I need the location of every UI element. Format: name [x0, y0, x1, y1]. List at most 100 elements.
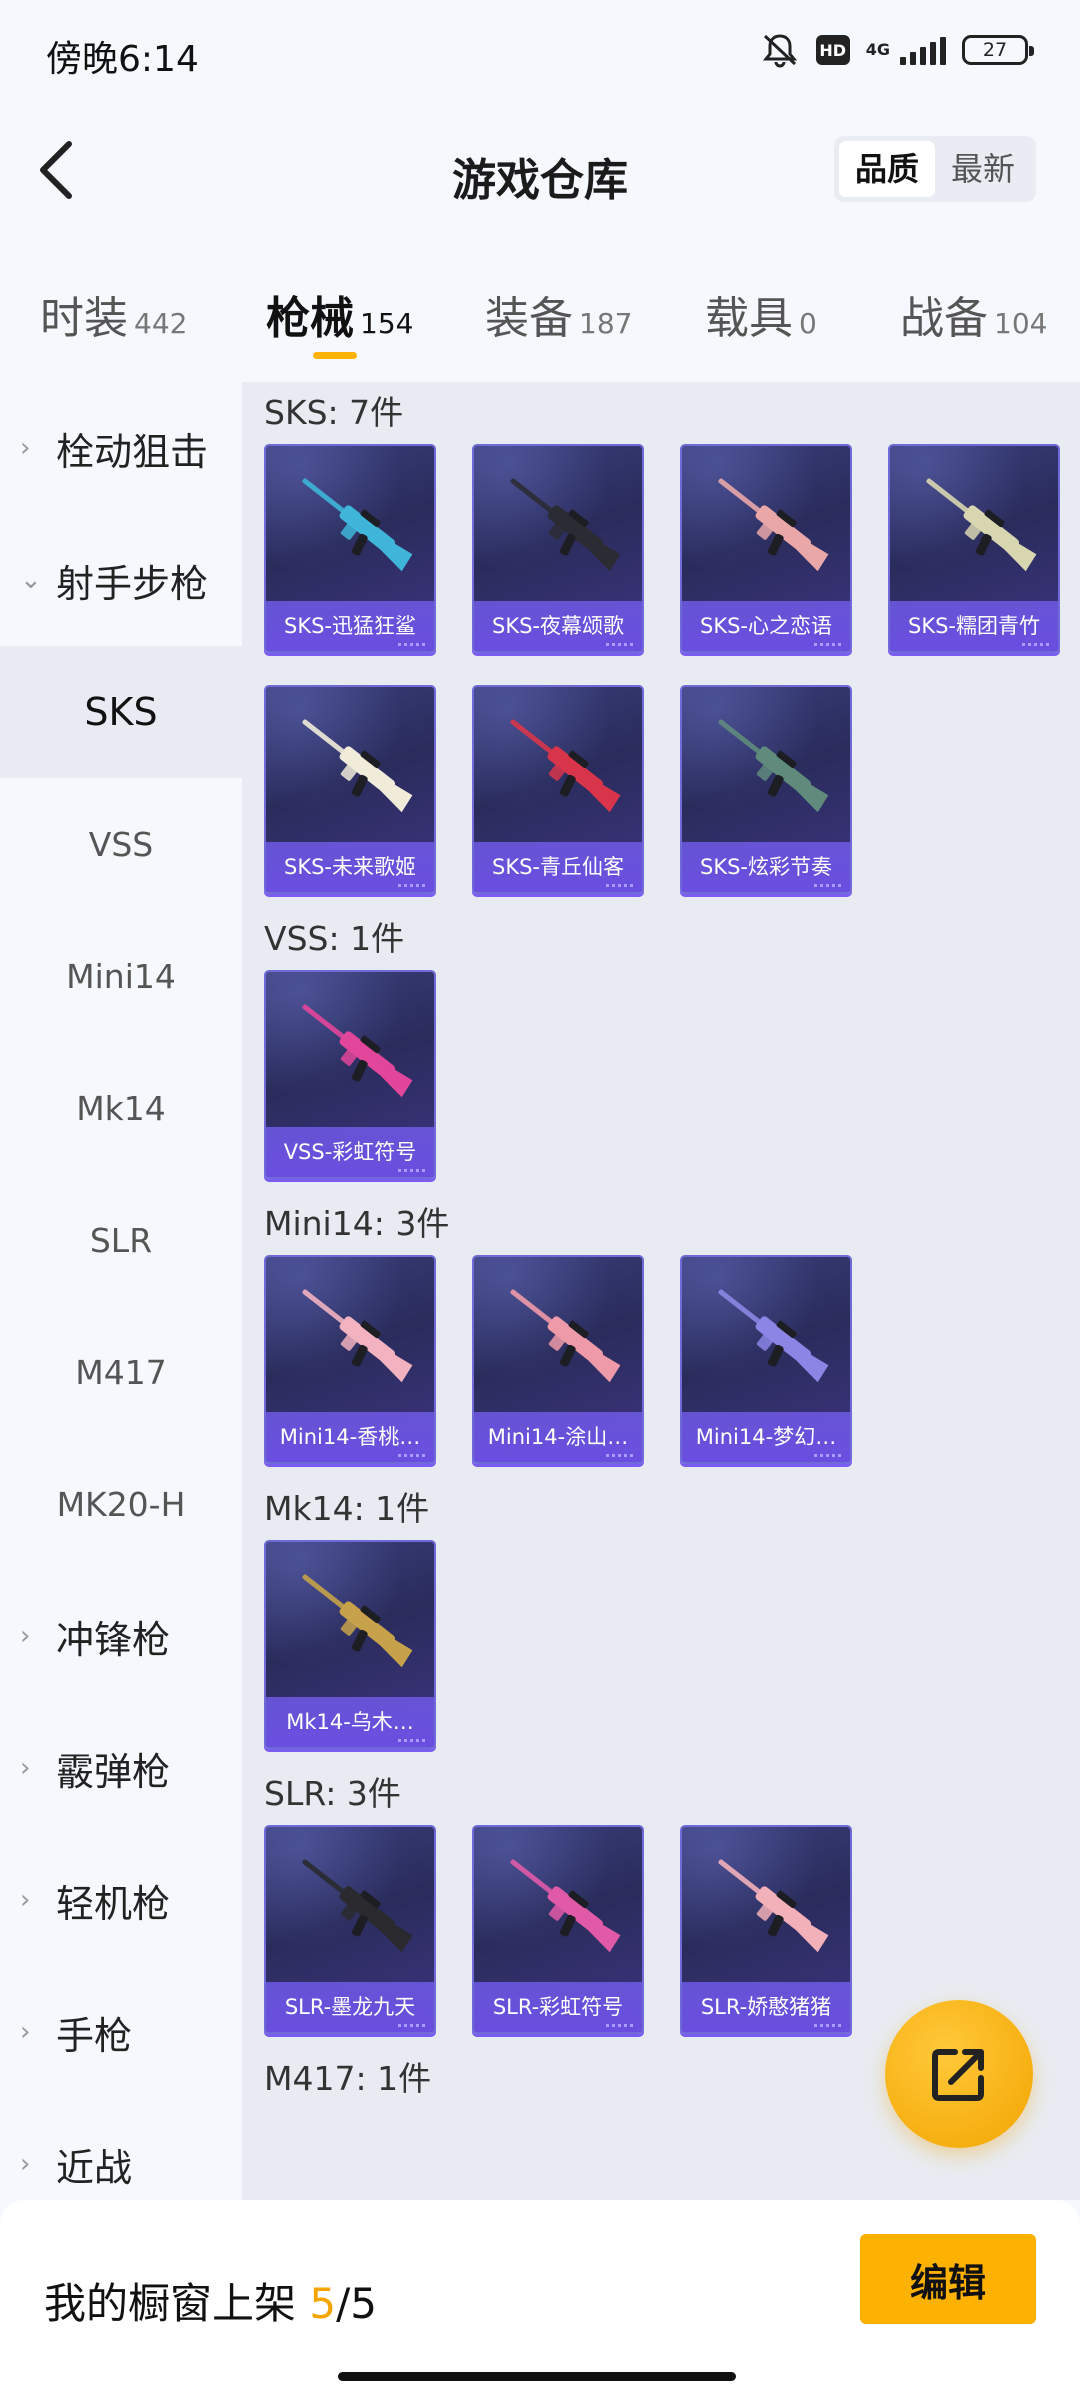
- sidebar-item[interactable]: › 冲锋枪: [0, 1570, 242, 1702]
- chevron-right-icon: ›: [20, 1621, 31, 1651]
- sidebar-item[interactable]: › 近战: [0, 2098, 242, 2202]
- tab-count: 0: [799, 307, 817, 340]
- skin-card[interactable]: SKS-青丘仙客: [472, 685, 644, 894]
- sidebar-item[interactable]: M417: [0, 1306, 242, 1438]
- group-title: SLR: 3件: [264, 1774, 401, 1813]
- status-bar: 傍晚6:14 HD 4G 27: [0, 0, 1080, 110]
- sidebar-item[interactable]: › 轻机枪: [0, 1834, 242, 1966]
- tab-count: 442: [134, 307, 188, 340]
- sidebar-item[interactable]: Mk14: [0, 1042, 242, 1174]
- skin-name: SKS-夜幕颂歌: [474, 601, 642, 651]
- sidebar-item-label: M417: [75, 1352, 167, 1392]
- rifle-icon: [510, 719, 621, 813]
- skin-name: SLR-彩虹符号: [474, 1982, 642, 2032]
- sidebar-item[interactable]: SLR: [0, 1174, 242, 1306]
- home-indicator[interactable]: [338, 2372, 736, 2381]
- tab-label: 装备: [485, 293, 573, 344]
- tab-count: 154: [360, 307, 414, 340]
- sidebar-item[interactable]: Mini14: [0, 910, 242, 1042]
- sidebar-item[interactable]: ⌄ 射手步枪: [0, 514, 242, 646]
- tab-label: 战备: [900, 293, 988, 344]
- skin-card[interactable]: SKS-未来歌姬: [264, 685, 436, 894]
- skin-card[interactable]: SKS-炫彩节奏: [680, 685, 852, 894]
- skin-card[interactable]: SLR-墨龙九天: [264, 1825, 436, 2034]
- chevron-right-icon: ›: [20, 1753, 31, 1783]
- rifle-icon: [302, 1859, 413, 1953]
- signal-icon: [900, 35, 946, 65]
- rifle-icon: [510, 1859, 621, 1953]
- skin-grid: VSS-彩虹符号: [264, 970, 1080, 1179]
- sidebar-item-label: MK20-H: [56, 1484, 186, 1524]
- tab-label: 载具: [705, 293, 793, 344]
- skin-name: SKS-心之恋语: [682, 601, 850, 651]
- tab-vehicles[interactable]: 载具 0: [705, 282, 817, 346]
- skin-name: SKS-未来歌姬: [266, 842, 434, 892]
- rifle-icon: [302, 719, 413, 813]
- skin-card[interactable]: SKS-迅猛狂鲨: [264, 444, 436, 653]
- rifle-icon: [302, 1004, 413, 1098]
- skin-card[interactable]: VSS-彩虹符号: [264, 970, 436, 1179]
- skin-grid: Mini14-香桃… Mini14-涂山… Mini14-梦幻…: [264, 1255, 1080, 1464]
- skin-name: SKS-青丘仙客: [474, 842, 642, 892]
- rifle-icon: [718, 1859, 829, 1953]
- rifle-icon: [718, 1289, 829, 1383]
- skin-card[interactable]: SLR-娇憨猪猪: [680, 1825, 852, 2034]
- sidebar-item[interactable]: › 手枪: [0, 1966, 242, 2098]
- sidebar-item-label: 轻机枪: [56, 1881, 171, 1926]
- rifle-icon: [302, 478, 413, 572]
- share-external-icon: [932, 2049, 984, 2101]
- sidebar-item[interactable]: VSS: [0, 778, 242, 910]
- skin-card[interactable]: SKS-糯团青竹: [888, 444, 1060, 653]
- tab-count: 187: [579, 307, 633, 340]
- skin-name: Mk14-乌木…: [266, 1697, 434, 1747]
- sidebar-item-label: 霰弹枪: [56, 1749, 171, 1794]
- skin-grid: SKS-迅猛狂鲨 SKS-夜幕颂歌 SKS-心之恋语 SKS-糯团青竹 SKS-未来歌姬…: [264, 444, 1080, 894]
- edit-button[interactable]: 编辑: [860, 2234, 1036, 2324]
- sidebar-item[interactable]: SKS: [0, 646, 242, 778]
- tab-firearms[interactable]: 枪械 154: [266, 282, 413, 346]
- sidebar-item[interactable]: MK20-H: [0, 1438, 242, 1570]
- weapon-grid: SKS: 7件 SKS-迅猛狂鲨 SKS-夜幕颂歌 SKS-心之恋语 SKS-糯团青竹 S…: [242, 382, 1080, 2200]
- skin-card[interactable]: Mk14-乌木…: [264, 1540, 436, 1749]
- chevron-right-icon: ›: [20, 1885, 31, 1915]
- battery-icon: 27: [962, 35, 1034, 65]
- tab-supplies[interactable]: 战备 104: [900, 282, 1047, 346]
- skin-name: SLR-墨龙九天: [266, 1982, 434, 2032]
- rifle-icon: [302, 1574, 413, 1668]
- skin-name: VSS-彩虹符号: [266, 1127, 434, 1177]
- tab-outfits[interactable]: 时装 442: [40, 282, 187, 346]
- skin-card[interactable]: Mini14-梦幻…: [680, 1255, 852, 1464]
- showcase-bar: 我的橱窗上架 5/5 编辑: [0, 2200, 1080, 2400]
- rifle-icon: [510, 1289, 621, 1383]
- skin-name: SLR-娇憨猪猪: [682, 1982, 850, 2032]
- sort-toggle: 品质 最新: [833, 136, 1036, 202]
- battery-level: 27: [982, 39, 1008, 61]
- category-tabs: 时装 442 枪械 154 装备 187 载具 0 战备 104: [0, 262, 1080, 362]
- chevron-right-icon: ›: [20, 2149, 31, 2179]
- sidebar-item[interactable]: › 栓动狙击: [0, 382, 242, 514]
- skin-grid: Mk14-乌木…: [264, 1540, 1080, 1749]
- share-fab-button[interactable]: [885, 2000, 1033, 2148]
- skin-card[interactable]: SKS-夜幕颂歌: [472, 444, 644, 653]
- skin-card[interactable]: SLR-彩虹符号: [472, 1825, 644, 2034]
- status-time: 傍晚6:14: [46, 39, 199, 80]
- tab-equipment[interactable]: 装备 187: [485, 282, 632, 346]
- sidebar-item-label: 冲锋枪: [56, 1617, 171, 1662]
- active-tab-indicator: [313, 352, 357, 359]
- showcase-label: 我的橱窗上架: [44, 2279, 297, 2328]
- tab-count: 104: [994, 307, 1048, 340]
- chevron-right-icon: ›: [20, 2017, 31, 2047]
- skin-card[interactable]: Mini14-涂山…: [472, 1255, 644, 1464]
- sort-quality-button[interactable]: 品质: [838, 141, 935, 197]
- showcase-total: /5: [336, 2279, 377, 2328]
- sidebar-item-label: 手枪: [56, 2013, 133, 2058]
- skin-card[interactable]: Mini14-香桃…: [264, 1255, 436, 1464]
- sidebar-item[interactable]: › 霰弹枪: [0, 1702, 242, 1834]
- skin-name: SKS-糯团青竹: [890, 601, 1058, 651]
- skin-card[interactable]: SKS-心之恋语: [680, 444, 852, 653]
- skin-name: SKS-迅猛狂鲨: [266, 601, 434, 651]
- showcase-current: 5: [309, 2279, 337, 2328]
- sort-newest-button[interactable]: 最新: [935, 141, 1031, 197]
- sidebar-item-label: 栓动狙击: [56, 429, 209, 474]
- group-title: Mini14: 3件: [264, 1204, 450, 1243]
